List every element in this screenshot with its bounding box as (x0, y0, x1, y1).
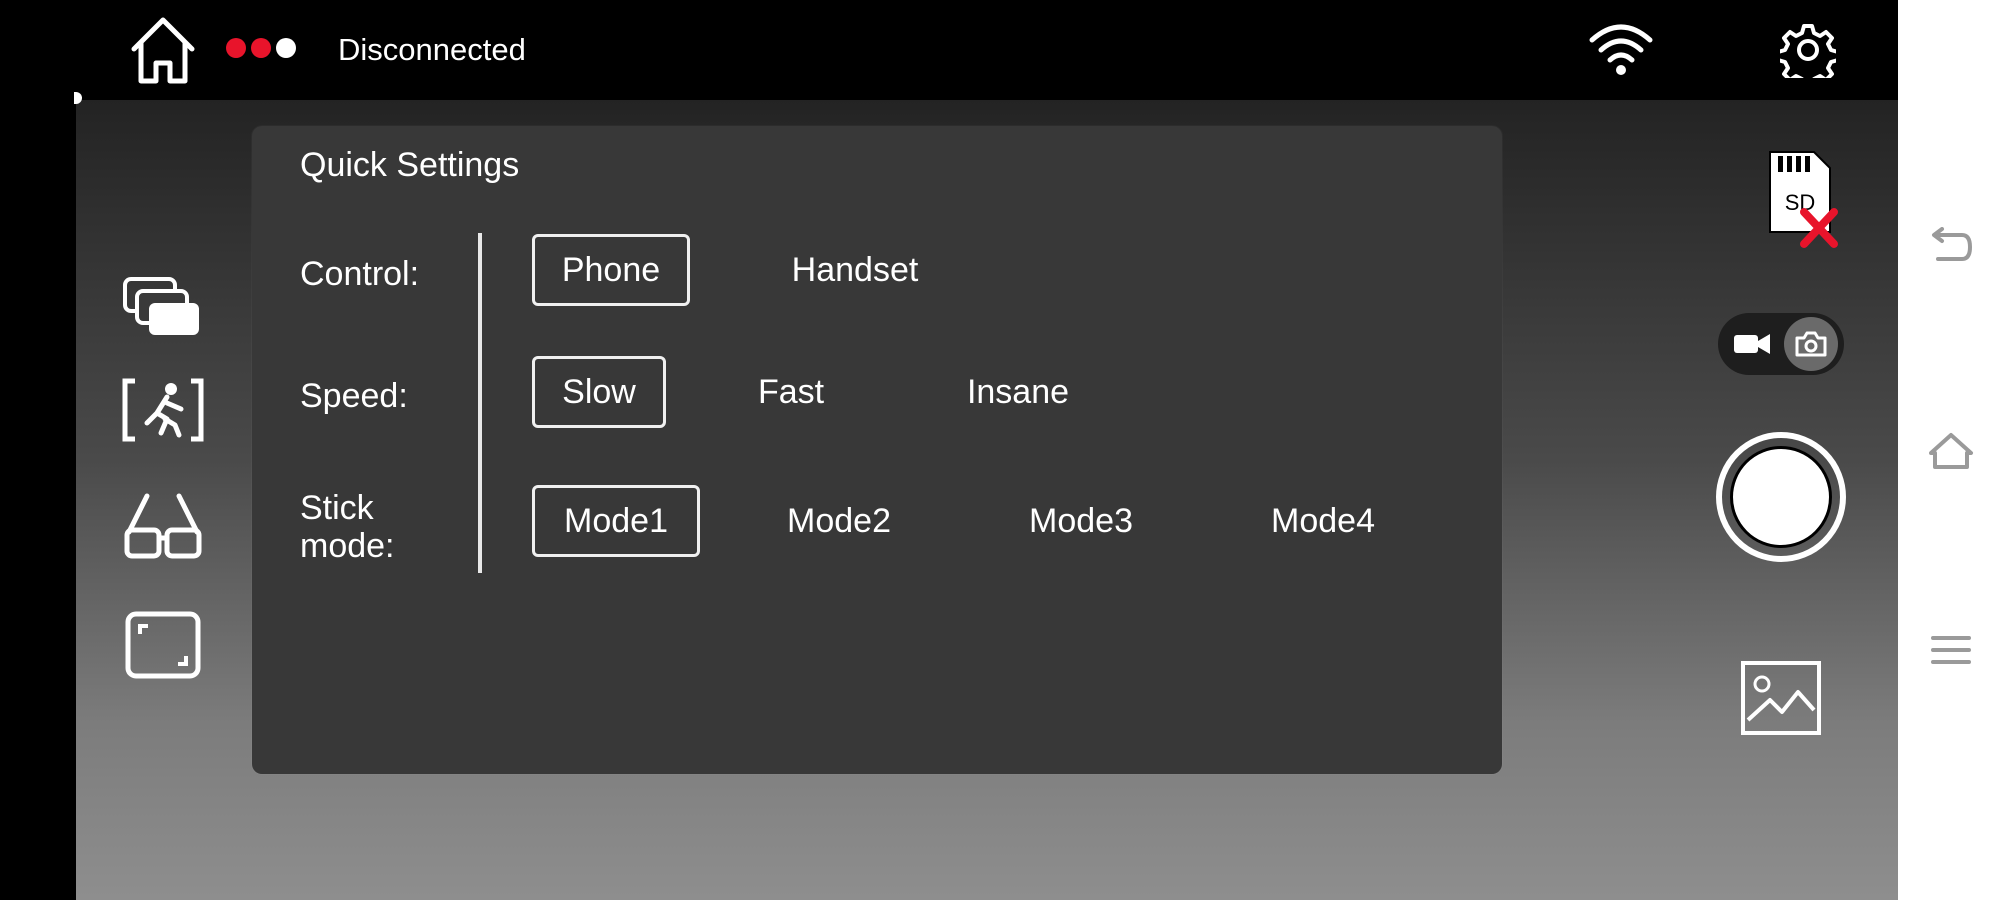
sd-card-icon: SD (1769, 151, 1838, 248)
video-icon[interactable] (1732, 329, 1772, 359)
android-menu-button[interactable] (1926, 625, 1976, 675)
speed-label: Speed: (300, 377, 408, 415)
home-icon (131, 17, 195, 84)
gallery-button[interactable] (1740, 660, 1822, 741)
connection-status-dots (226, 38, 296, 58)
panel-title: Quick Settings (300, 146, 520, 184)
gallery-stack-icon (123, 277, 199, 335)
stick-mode3-option[interactable]: Mode3 (1014, 485, 1148, 557)
control-label: Control: (300, 255, 420, 293)
camera-icon (1795, 331, 1827, 357)
stick-mode2-option[interactable]: Mode2 (772, 485, 906, 557)
stick-mode1-option[interactable]: Mode1 (532, 485, 700, 557)
stick-mode-label-line1: Stick (300, 489, 374, 527)
tracking-button[interactable] (118, 370, 208, 450)
top-status-bar: Disconnected (0, 0, 1898, 100)
fullscreen-button[interactable] (118, 605, 208, 685)
left-black-strip (0, 0, 76, 900)
speed-fast-option[interactable]: Fast (746, 356, 836, 428)
status-dot (276, 38, 296, 58)
status-dot (226, 38, 246, 58)
vr-glasses-button[interactable] (118, 486, 208, 566)
stick-mode4-option[interactable]: Mode4 (1256, 485, 1390, 557)
android-navigation-bar (1898, 0, 2003, 900)
quick-settings-panel: Quick Settings Control: Phone Handset Sp… (252, 126, 1502, 774)
gallery-icon (1741, 661, 1821, 735)
stick-mode-label-line2: mode: (300, 527, 395, 565)
home-icon (1929, 433, 1973, 469)
fullscreen-icon (125, 611, 201, 679)
tracking-icon (122, 378, 204, 442)
sd-card-status-button[interactable]: SD (1760, 148, 1840, 259)
menu-icon (1931, 636, 1971, 664)
sd-card-label: SD (1785, 190, 1816, 215)
capture-mode-toggle[interactable] (1718, 313, 1844, 375)
speed-insane-option[interactable]: Insane (952, 356, 1084, 428)
vr-glasses-icon (124, 493, 202, 559)
panel-divider (478, 233, 482, 573)
photo-mode-indicator[interactable] (1784, 317, 1838, 371)
speed-slow-option[interactable]: Slow (532, 356, 666, 428)
gallery-stack-button[interactable] (118, 268, 208, 348)
shutter-icon (1730, 446, 1832, 548)
android-back-button[interactable] (1926, 222, 1976, 272)
home-button[interactable] (125, 12, 201, 88)
control-handset-option[interactable]: Handset (770, 234, 940, 306)
shutter-button[interactable] (1716, 432, 1846, 562)
status-dot (251, 38, 271, 58)
wifi-icon[interactable] (1588, 20, 1654, 78)
control-phone-option[interactable]: Phone (532, 234, 690, 306)
android-home-button[interactable] (1926, 426, 1976, 476)
gear-icon[interactable] (1780, 22, 1836, 78)
connection-status-text: Disconnected (338, 32, 526, 67)
back-icon (1932, 227, 1973, 261)
